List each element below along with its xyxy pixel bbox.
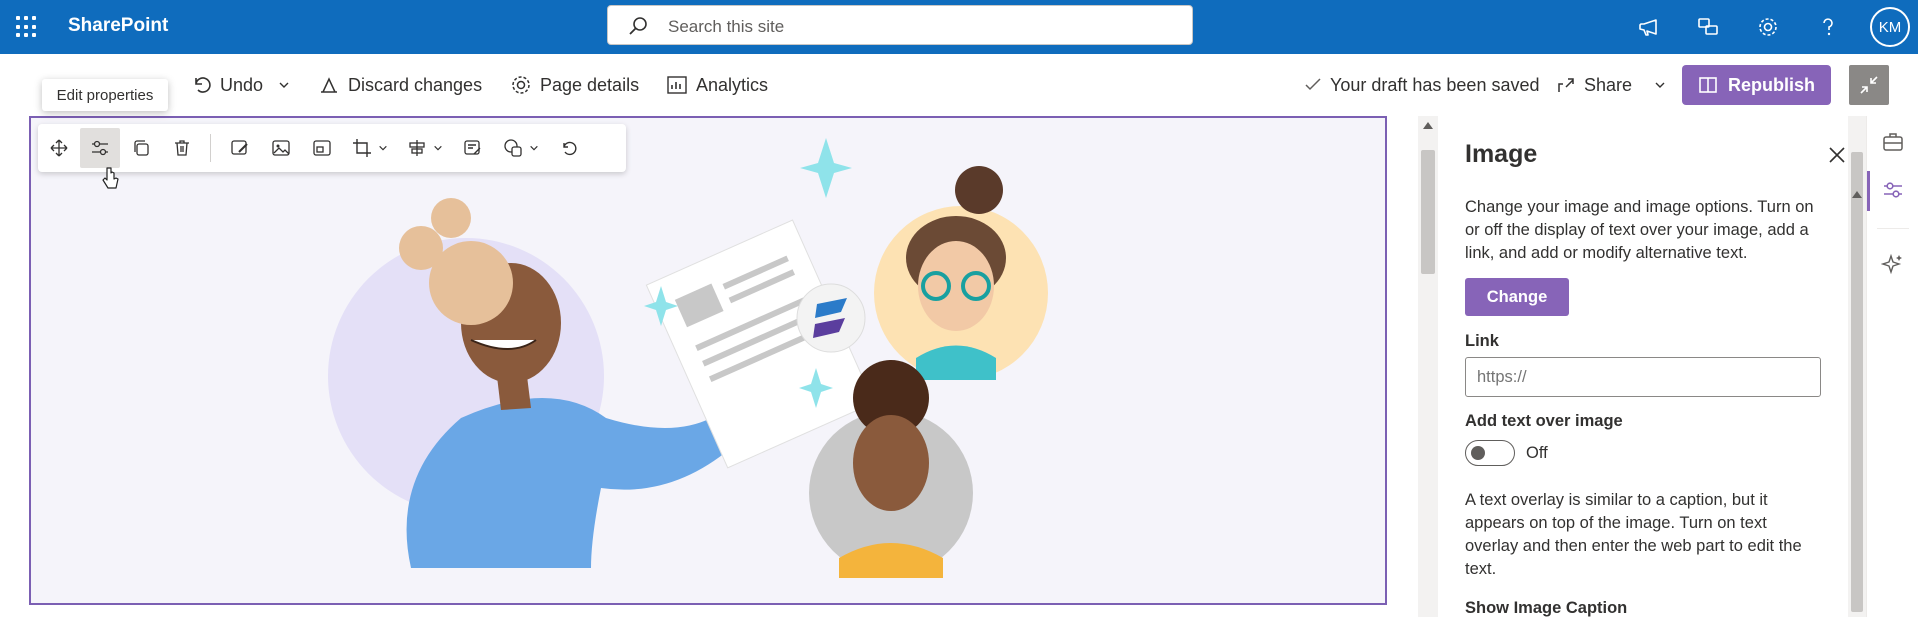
search-box[interactable]: Search this site: [607, 5, 1193, 45]
share-label: Share: [1584, 74, 1633, 95]
alt-text-icon: [464, 140, 481, 155]
trash-icon: [175, 140, 189, 156]
search-icon: [629, 17, 647, 35]
image-edit-icon: [231, 140, 248, 155]
image-toolbar: [38, 124, 626, 172]
pointer-cursor-icon: [102, 167, 119, 189]
toggle-knob: [1471, 446, 1485, 460]
draft-status: Your draft has been saved: [1304, 72, 1540, 98]
tooltip: Edit properties: [42, 79, 168, 111]
page-details-button[interactable]: Page details: [510, 72, 639, 98]
gear-icon: [512, 76, 530, 94]
chevron-down-icon: [1655, 82, 1665, 88]
panel-scrollbar[interactable]: [1848, 116, 1866, 617]
app-launcher-icon[interactable]: [14, 14, 40, 40]
delete-button[interactable]: [162, 128, 202, 168]
analytics-label: Analytics: [696, 74, 769, 95]
text-over-image-label: Add text over image: [1465, 412, 1623, 430]
crop-icon: [353, 139, 371, 157]
search-input[interactable]: Search this site: [668, 17, 784, 37]
chevron-down-icon: [434, 145, 442, 151]
panel-scroll-thumb[interactable]: [1851, 152, 1863, 612]
canvas-scrollbar[interactable]: [1418, 116, 1438, 617]
analytics-icon: [667, 76, 687, 94]
megaphone-icon[interactable]: [1628, 0, 1668, 54]
crop-button[interactable]: [343, 128, 397, 168]
alt-text-button[interactable]: [453, 128, 493, 168]
image-web-part[interactable]: [29, 116, 1387, 605]
scroll-up-icon[interactable]: [1852, 191, 1862, 198]
copy-icon: [134, 140, 149, 156]
duplicate-button[interactable]: [121, 128, 161, 168]
toolbar-divider: [210, 134, 211, 162]
resize-icon: [313, 140, 331, 156]
chevron-down-icon: [379, 145, 387, 151]
panel-title: Image: [1465, 140, 1538, 168]
edit-image-button[interactable]: [220, 128, 260, 168]
move-icon: [50, 139, 68, 157]
active-indicator: [1867, 171, 1870, 211]
chevron-down-icon: [279, 82, 289, 88]
undo-icon: [195, 77, 211, 93]
link-label: Link: [1465, 332, 1499, 350]
collapse-button[interactable]: [1849, 65, 1889, 105]
analytics-button[interactable]: Analytics: [666, 72, 768, 98]
overlay-description: A text overlay is similar to a caption, …: [1465, 491, 1802, 578]
gear-icon[interactable]: [1748, 0, 1788, 54]
republish-button[interactable]: Republish: [1682, 65, 1831, 105]
align-icon: [409, 140, 425, 156]
share-icon: [1558, 78, 1574, 92]
show-caption-label: Show Image Caption: [1465, 599, 1628, 617]
move-button[interactable]: [39, 128, 79, 168]
undo-label: Undo: [220, 74, 264, 95]
chevron-down-icon: [530, 145, 538, 151]
book-icon: [1699, 77, 1717, 93]
checkmark-icon: [1305, 78, 1321, 91]
command-bar: Undo Discard changes Page details Analyt…: [0, 54, 1918, 116]
discard-icon: [321, 77, 337, 93]
property-pane: Image Change your image and image option…: [1440, 116, 1848, 617]
collapse-icon: [1860, 76, 1878, 94]
undo-dropdown[interactable]: [278, 72, 290, 98]
republish-label: Republish: [1727, 74, 1815, 95]
right-rail: [1866, 116, 1918, 617]
discard-changes-button[interactable]: Discard changes: [318, 72, 482, 98]
avatar[interactable]: KM: [1870, 7, 1910, 47]
chat-icon[interactable]: [1688, 0, 1728, 54]
text-over-image-toggle[interactable]: [1465, 440, 1515, 466]
shape-button[interactable]: [494, 128, 548, 168]
draft-status-text: Your draft has been saved: [1330, 74, 1540, 95]
align-button[interactable]: [398, 128, 452, 168]
undo-button[interactable]: Undo: [190, 72, 263, 98]
suite-bar: SharePoint Search this site KM: [0, 0, 1918, 54]
resize-button[interactable]: [302, 128, 342, 168]
page-canvas: [0, 116, 1410, 617]
scroll-up-icon[interactable]: [1423, 122, 1433, 129]
toolbox-icon[interactable]: [1881, 130, 1905, 154]
shapes-icon: [504, 139, 522, 157]
people-illustration: [328, 138, 1048, 578]
link-input[interactable]: [1465, 357, 1821, 397]
sparkle-icon[interactable]: [1881, 252, 1905, 276]
reset-icon: [563, 141, 577, 156]
help-icon[interactable]: [1808, 0, 1848, 54]
app-name[interactable]: SharePoint: [68, 15, 168, 37]
panel-description: Change your image and image options. Tur…: [1465, 198, 1814, 262]
edit-properties-button[interactable]: [80, 128, 120, 168]
discard-label: Discard changes: [348, 74, 483, 95]
properties-icon[interactable]: [1881, 178, 1905, 202]
reset-button[interactable]: [549, 128, 589, 168]
rail-divider: [1877, 228, 1909, 229]
replace-image-button[interactable]: [261, 128, 301, 168]
page-details-label: Page details: [540, 74, 640, 95]
toggle-state: Off: [1526, 444, 1548, 462]
scroll-thumb[interactable]: [1421, 150, 1435, 274]
share-button[interactable]: Share: [1556, 72, 1666, 98]
image-icon: [272, 140, 290, 156]
change-button[interactable]: Change: [1465, 278, 1569, 316]
sliders-icon: [92, 140, 108, 156]
close-icon[interactable]: [1826, 144, 1848, 166]
